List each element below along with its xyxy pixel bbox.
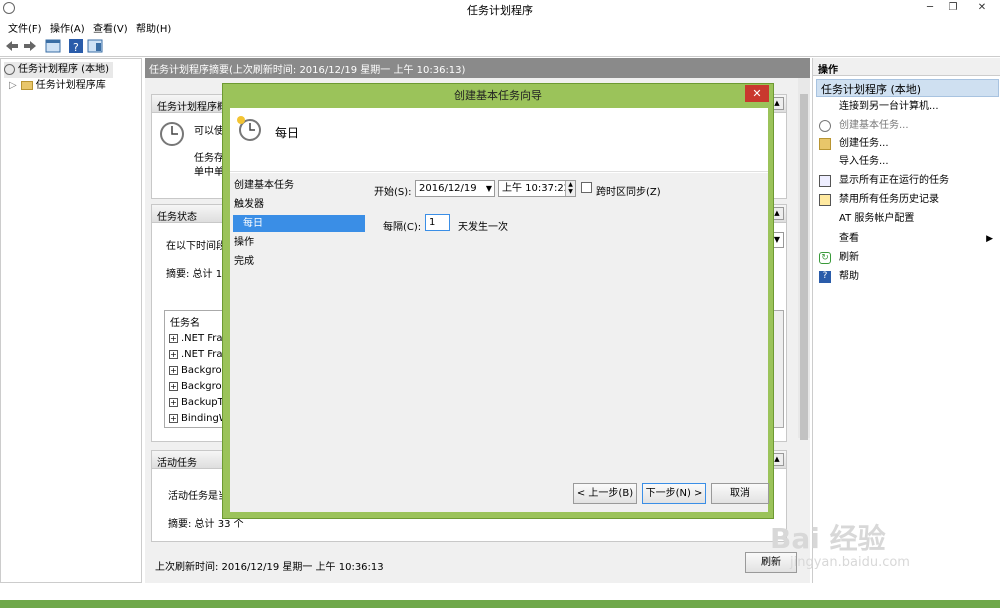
watermark-line1: Bai 经验 xyxy=(770,522,886,555)
sync-timezone-label: 跨时区同步(Z) xyxy=(596,187,661,198)
step-finish: 完成 xyxy=(234,256,254,267)
list-item[interactable]: + BackupTa xyxy=(169,395,228,411)
tree-item-root[interactable]: 任务计划程序 (本地) xyxy=(4,62,113,78)
time-spinner-icon[interactable]: ▲ ▼ xyxy=(565,181,575,196)
summary-header: 任务计划程序摘要(上次刷新时间: 2016/12/19 星期一 上午 10:36… xyxy=(145,58,810,78)
step-action: 操作 xyxy=(234,237,254,248)
expand-icon[interactable]: + xyxy=(169,365,178,375)
recur-suffix: 天发生一次 xyxy=(458,222,508,233)
sync-timezone-checkbox[interactable] xyxy=(581,182,592,193)
action-show-running[interactable]: 显示所有正在运行的任务 xyxy=(819,172,999,190)
actions-header: 操作 xyxy=(813,58,1000,76)
overview-line2: 任务存 xyxy=(194,153,224,164)
action-create-task[interactable]: 创建任务... xyxy=(819,135,999,153)
summary-scrollbar[interactable] xyxy=(798,78,810,440)
recur-days-input[interactable]: 1 xyxy=(425,214,450,231)
expand-icon[interactable]: + xyxy=(169,381,178,391)
running-tasks-icon xyxy=(819,175,831,187)
wizard-steps: 创建基本任务 触发器 每日 操作 完成 xyxy=(230,173,370,512)
step-create-basic-task: 创建基本任务 xyxy=(234,180,294,191)
overview-line3: 单中单 xyxy=(194,167,224,178)
action-disable-history[interactable]: 禁用所有任务历史记录 xyxy=(819,191,999,209)
history-icon xyxy=(819,194,831,206)
menu-action[interactable]: 操作(A) xyxy=(50,20,85,35)
close-window-button[interactable]: ✕ xyxy=(962,0,1000,16)
action-at-config[interactable]: AT 服务帐户配置 xyxy=(819,210,999,228)
list-item[interactable]: + .NET Fran xyxy=(169,331,229,347)
start-time-field[interactable]: 上午 10:37:22 ▲ ▼ xyxy=(498,180,576,197)
menu-view[interactable]: 查看(V) xyxy=(93,20,128,35)
next-button[interactable]: 下一步(N) > xyxy=(642,483,706,504)
title-bar: 任务计划程序 ─ ❐ ✕ xyxy=(0,0,1000,18)
column-header-task-name[interactable]: 任务名 xyxy=(170,314,200,329)
expand-arrow-icon[interactable]: ▷ xyxy=(9,80,17,91)
refresh-icon: ↻ xyxy=(819,252,831,264)
action-view[interactable]: 查看 ▶ xyxy=(819,230,999,248)
back-button[interactable]: < 上一步(B) xyxy=(573,483,637,504)
wizard-close-button[interactable]: ✕ xyxy=(745,85,769,102)
list-item[interactable]: + .NET Fran xyxy=(169,347,229,363)
list-item[interactable]: + Backgrou xyxy=(169,363,228,379)
window-title: 任务计划程序 xyxy=(467,4,533,17)
action-create-basic-task[interactable]: 创建基本任务... xyxy=(819,117,999,135)
step-trigger: 触发器 xyxy=(234,199,264,210)
cancel-button[interactable]: 取消 xyxy=(711,483,769,504)
submenu-arrow-icon: ▶ xyxy=(986,234,993,244)
step-daily: 每日 xyxy=(233,215,365,232)
wizard-header: 每日 xyxy=(230,108,768,172)
list-item[interactable]: + BindingW xyxy=(169,411,229,427)
clock-icon xyxy=(4,63,15,75)
status-summary: 摘要: 总计 14 xyxy=(166,269,229,280)
footer-refresh-time: 上次刷新时间: 2016/12/19 星期一 上午 10:36:13 xyxy=(155,562,384,573)
list-item[interactable]: + Backgrou xyxy=(169,379,228,395)
status-desc: 在以下时间段 xyxy=(166,241,226,252)
tree-item-library[interactable]: ▷ 任务计划程序库 xyxy=(9,78,106,94)
watermark-line2: jingyan.baidu.com xyxy=(790,555,910,570)
start-label: 开始(S): xyxy=(374,187,412,198)
action-help[interactable]: ? 帮助 xyxy=(819,268,999,286)
action-import-task[interactable]: 导入任务... xyxy=(819,153,999,171)
help-icon: ? xyxy=(819,271,831,283)
expand-icon[interactable]: + xyxy=(169,333,178,343)
menu-help[interactable]: 帮助(H) xyxy=(136,20,171,35)
recur-label: 每隔(C): xyxy=(383,222,422,233)
toolbar: ? xyxy=(0,35,1000,57)
menu-bar: 文件(F) 操作(A) 查看(V) 帮助(H) xyxy=(0,18,1000,35)
actions-subheader[interactable]: 任务计划程序 (本地) xyxy=(816,79,999,97)
expand-icon[interactable]: + xyxy=(169,413,178,423)
scrollbar-thumb[interactable] xyxy=(800,94,808,440)
active-desc: 活动任务是当 xyxy=(168,491,228,502)
back-arrow-icon[interactable] xyxy=(4,38,20,54)
wizard-title: 创建基本任务向导 xyxy=(454,89,542,102)
task-icon xyxy=(819,138,831,150)
action-connect[interactable]: 连接到另一台计算机... xyxy=(819,98,999,116)
console-tree: 任务计划程序 (本地) ▷ 任务计划程序库 xyxy=(0,58,142,583)
wizard-body: 每日 创建基本任务 触发器 每日 操作 完成 开始(S): 2016/12/19… xyxy=(230,108,769,512)
task-clock-icon xyxy=(237,116,261,141)
chevron-down-icon[interactable]: ▼ xyxy=(486,182,492,195)
overview-line1: 可以使 xyxy=(194,126,224,137)
wizard-heading: 每日 xyxy=(275,126,300,140)
tree-root-label: 任务计划程序 (本地) xyxy=(18,64,109,75)
forward-arrow-icon[interactable] xyxy=(22,38,38,54)
list-scrollbar[interactable] xyxy=(773,311,783,427)
expand-icon[interactable]: + xyxy=(169,349,178,359)
help-icon[interactable]: ? xyxy=(68,38,84,54)
action-pane-icon[interactable] xyxy=(87,38,103,54)
wizard-content: 开始(S): 2016/12/19 ▼ 上午 10:37:22 ▲ ▼ 跨时区同步(Z… xyxy=(370,173,769,512)
svg-text:?: ? xyxy=(73,41,79,54)
tree-library-label: 任务计划程序库 xyxy=(35,80,106,91)
expand-icon[interactable]: + xyxy=(169,397,178,407)
start-date-picker[interactable]: 2016/12/19 ▼ xyxy=(415,180,495,197)
folder-icon xyxy=(20,80,33,90)
clock-icon xyxy=(160,122,184,146)
menu-file[interactable]: 文件(F) xyxy=(8,20,42,35)
taskbar xyxy=(0,600,1000,608)
console-tree-icon[interactable] xyxy=(45,38,61,54)
action-refresh[interactable]: ↻ 刷新 xyxy=(819,249,999,267)
baidu-watermark: Bai 经验 jingyan.baidu.com xyxy=(770,505,945,583)
clock-icon xyxy=(819,120,831,132)
create-basic-task-wizard: 创建基本任务向导 ✕ 每日 创建基本任务 触发器 每日 操作 完成 开始(S):… xyxy=(222,83,774,519)
